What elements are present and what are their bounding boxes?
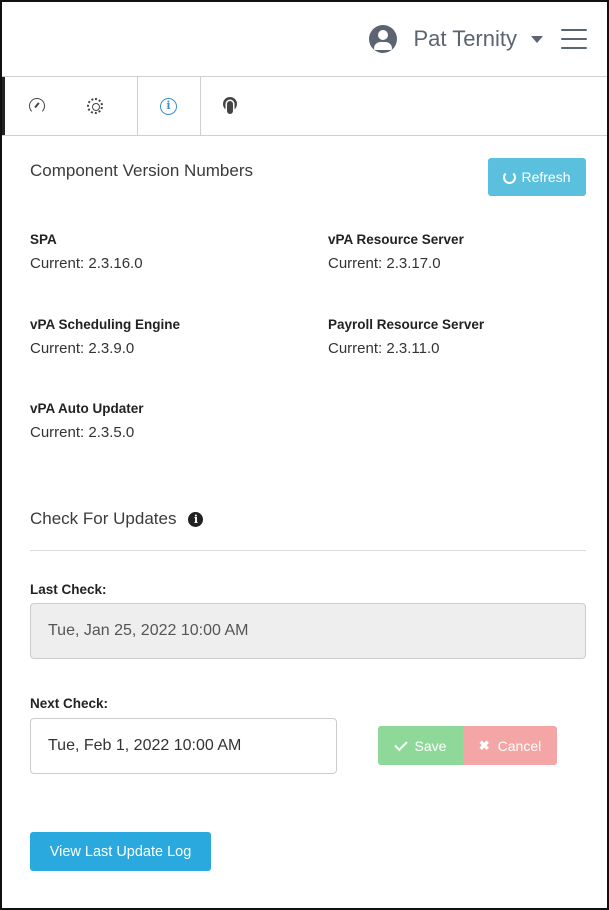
next-check-label: Next Check:: [30, 696, 109, 711]
component-name: vPA Auto Updater: [30, 401, 144, 416]
top-header: Pat Ternity: [2, 2, 607, 76]
component-item: SPA Current: 2.3.16.0: [30, 232, 143, 272]
check-icon: [393, 737, 408, 751]
gear-icon[interactable]: [87, 98, 103, 114]
component-item: vPA Resource Server Current: 2.3.17.0: [328, 232, 464, 272]
cancel-button-label: Cancel: [497, 737, 542, 754]
close-icon: ✖: [478, 737, 490, 753]
component-version: Current: 2.3.11.0: [328, 340, 440, 357]
component-version: Current: 2.3.9.0: [30, 340, 135, 357]
last-check-label: Last Check:: [30, 582, 107, 597]
main-content: Component Version Numbers Refresh SPA Cu…: [2, 137, 607, 908]
cancel-button[interactable]: ✖ Cancel: [463, 726, 557, 765]
refresh-icon: [503, 170, 517, 184]
settings-tabs: i: [2, 76, 607, 136]
component-version: Current: 2.3.16.0: [30, 255, 143, 272]
user-menu[interactable]: Pat Ternity: [369, 25, 561, 53]
view-log-button[interactable]: View Last Update Log: [30, 832, 211, 871]
last-check-field: Tue, Jan 25, 2022 10:00 AM: [30, 603, 586, 659]
updates-title: Check For Updates i: [30, 509, 204, 529]
tab-about[interactable]: i: [138, 77, 201, 135]
section-title: Component Version Numbers: [30, 161, 254, 180]
user-circle-icon: [369, 25, 398, 53]
save-button-label: Save: [414, 737, 447, 754]
tab-podcast[interactable]: [201, 77, 261, 135]
component-item: vPA Auto Updater Current: 2.3.5.0: [30, 401, 144, 441]
component-name: SPA: [30, 232, 57, 247]
component-name: vPA Scheduling Engine: [30, 317, 181, 332]
save-button[interactable]: Save: [378, 726, 463, 765]
component-version: Current: 2.3.5.0: [30, 424, 135, 441]
component-item: Payroll Resource Server Current: 2.3.11.…: [328, 317, 484, 357]
podcast-icon: [223, 97, 237, 115]
save-cancel-group: Save ✖ Cancel: [378, 726, 557, 765]
info-icon[interactable]: i: [188, 511, 204, 527]
component-version: Current: 2.3.17.0: [328, 255, 441, 272]
tab-group: [2, 77, 138, 135]
component-name: vPA Resource Server: [328, 232, 464, 247]
info-circle-icon: i: [160, 97, 177, 115]
user-name: Pat Ternity: [413, 26, 517, 51]
hamburger-menu-icon[interactable]: [561, 29, 587, 49]
refresh-button[interactable]: Refresh: [488, 158, 586, 196]
refresh-button-label: Refresh: [521, 169, 571, 185]
gauge-icon[interactable]: [29, 98, 45, 114]
chevron-down-icon: [531, 35, 543, 43]
component-item: vPA Scheduling Engine Current: 2.3.9.0: [30, 317, 180, 357]
updates-title-text: Check For Updates: [30, 509, 177, 528]
next-check-field[interactable]: Tue, Feb 1, 2022 10:00 AM: [30, 718, 337, 774]
divider: [30, 550, 586, 551]
component-name: Payroll Resource Server: [328, 317, 485, 332]
